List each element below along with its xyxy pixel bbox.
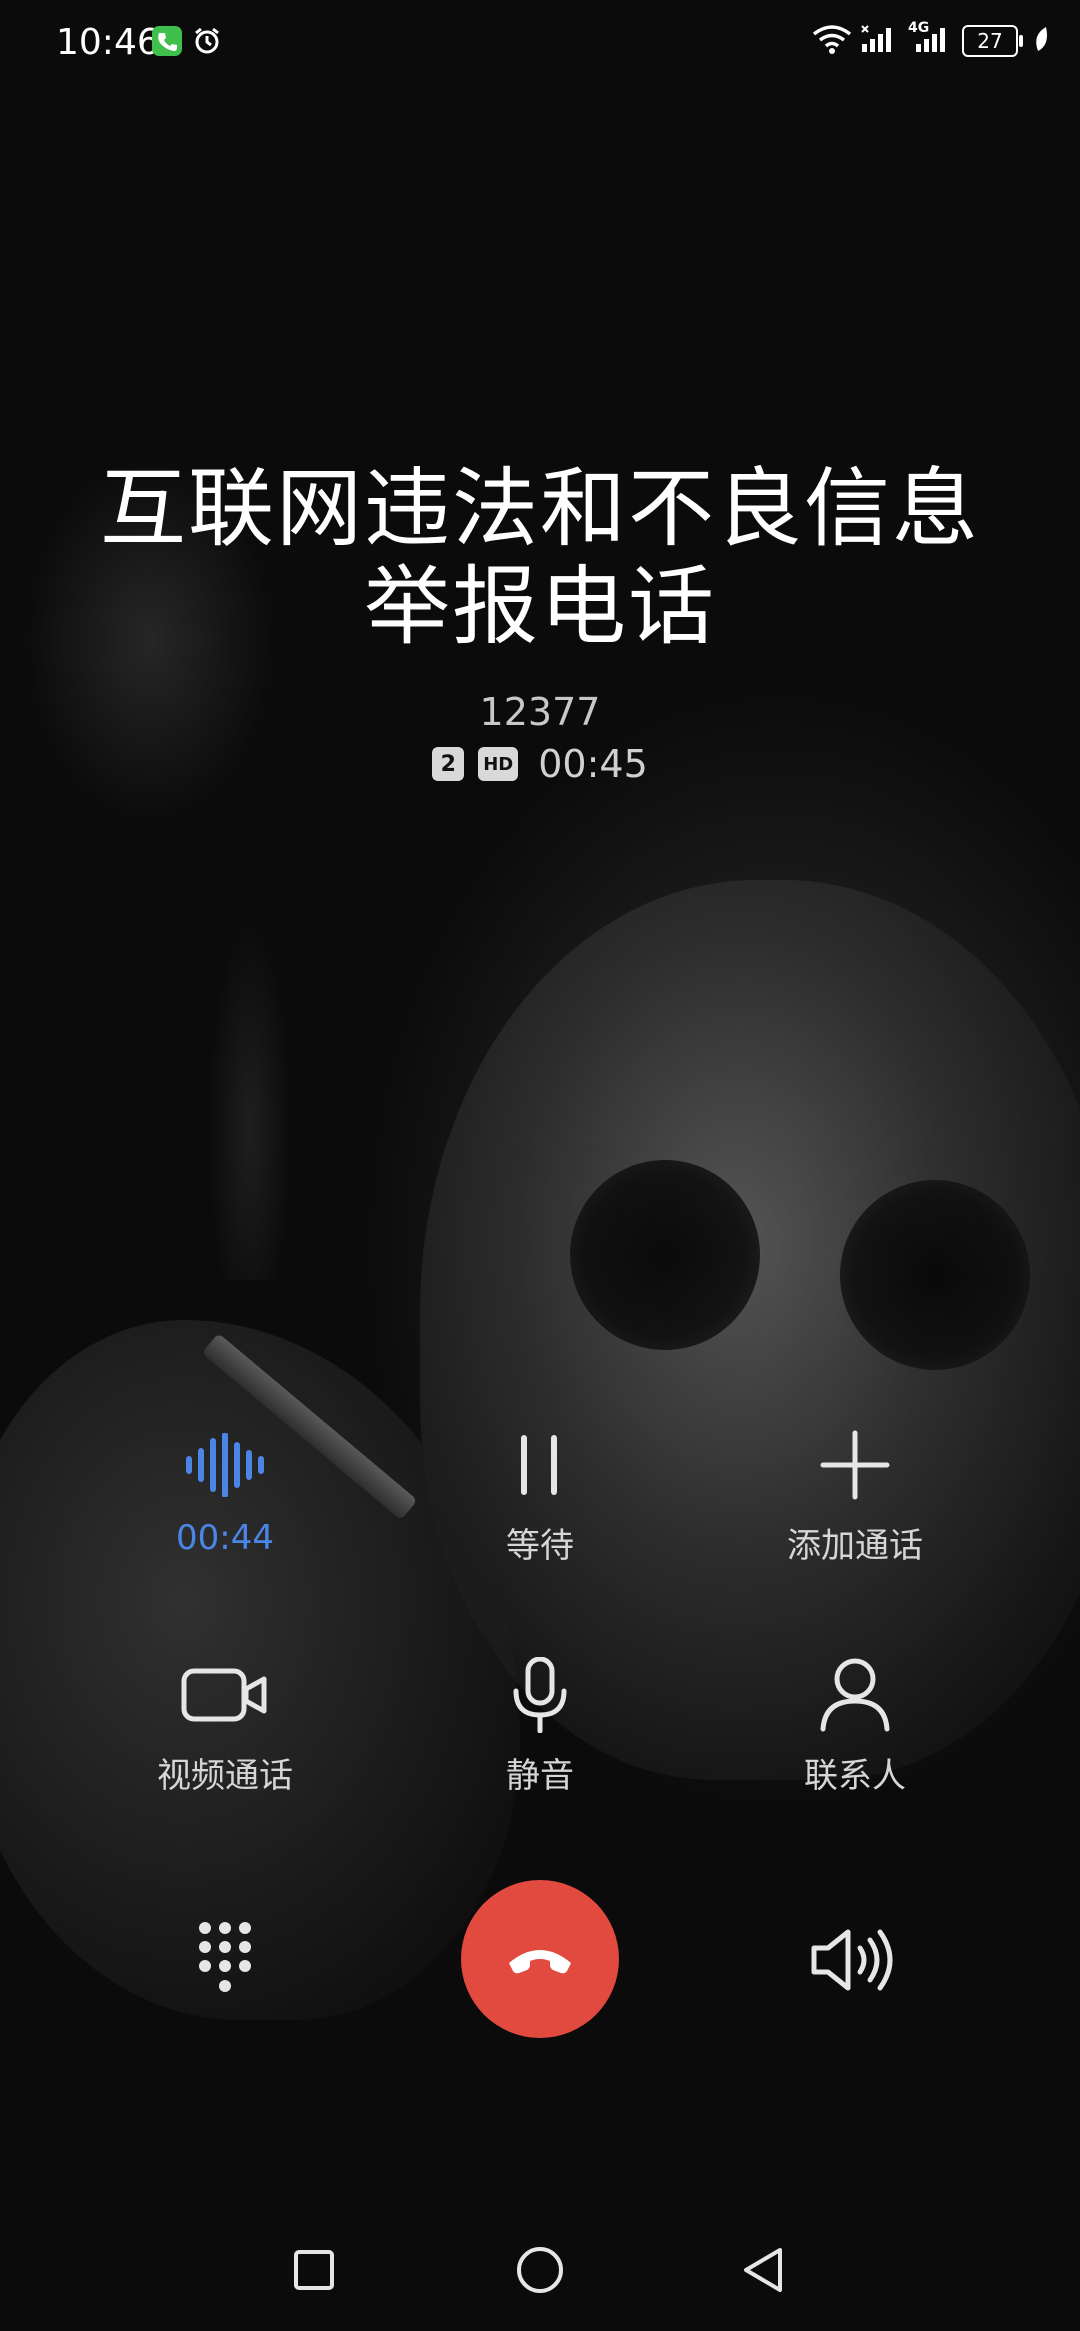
hang-up-icon	[509, 1950, 571, 1974]
video-call-button[interactable]: 视频通话	[75, 1650, 375, 1797]
plus-icon	[705, 1420, 1005, 1510]
battery-icon: 27	[962, 25, 1023, 57]
sim-slot-badge: 2	[432, 747, 465, 781]
mute-button[interactable]: 静音	[390, 1650, 690, 1797]
voice-wave-icon	[75, 1420, 375, 1510]
pause-icon	[390, 1420, 690, 1510]
skull-eye-right	[840, 1180, 1030, 1370]
leaf-icon	[1032, 25, 1050, 57]
recents-button[interactable]	[274, 2230, 354, 2310]
skull-decoration	[420, 880, 1080, 1780]
status-time: 10:46	[56, 22, 160, 63]
hd-badge: HD	[478, 747, 519, 781]
status-bar: 10:46 4G 27	[0, 0, 1080, 90]
dialpad-icon	[199, 1922, 251, 1992]
call-meta: 2 HD 00:45	[0, 742, 1080, 786]
video-camera-icon	[75, 1650, 375, 1740]
add-call-button[interactable]: 添加通话	[705, 1420, 1005, 1567]
battery-level: 27	[977, 29, 1003, 53]
signal-icon	[860, 24, 900, 58]
caller-number: 12377	[479, 690, 601, 734]
network-type-label: 4G	[908, 20, 930, 36]
mute-label: 静音	[506, 1756, 574, 1796]
signal-4g-icon: 4G	[908, 20, 954, 58]
recents-square-icon	[294, 2250, 334, 2290]
phone-call-icon	[152, 26, 182, 56]
call-duration: 00:45	[538, 742, 648, 786]
microphone-icon	[390, 1650, 690, 1740]
wifi-icon	[812, 24, 852, 58]
person-icon	[705, 1650, 1005, 1740]
record-timer: 00:44	[176, 1518, 274, 1558]
hold-label: 等待	[506, 1526, 574, 1566]
contacts-button[interactable]: 联系人	[705, 1650, 1005, 1797]
speaker-button[interactable]	[808, 1920, 898, 2000]
dialpad-button[interactable]	[185, 1920, 265, 2000]
status-right-icons: 4G 27	[812, 20, 1050, 58]
navigation-bar	[0, 2230, 1080, 2330]
back-triangle-icon	[744, 2248, 782, 2292]
back-button[interactable]	[724, 2230, 804, 2310]
speaker-icon	[811, 1929, 893, 1991]
record-button[interactable]: 00:44	[75, 1420, 375, 1558]
hold-button[interactable]: 等待	[390, 1420, 690, 1567]
end-call-button[interactable]	[461, 1880, 619, 2038]
caller-name: 互联网违法和不良信息举报电话	[100, 459, 980, 657]
add-call-label: 添加通话	[787, 1526, 923, 1566]
alarm-icon	[192, 26, 222, 56]
video-call-label: 视频通话	[157, 1756, 293, 1796]
home-button[interactable]	[500, 2230, 580, 2310]
home-circle-icon	[517, 2247, 563, 2293]
contacts-label: 联系人	[804, 1756, 906, 1796]
skull-eye-left	[570, 1160, 760, 1350]
